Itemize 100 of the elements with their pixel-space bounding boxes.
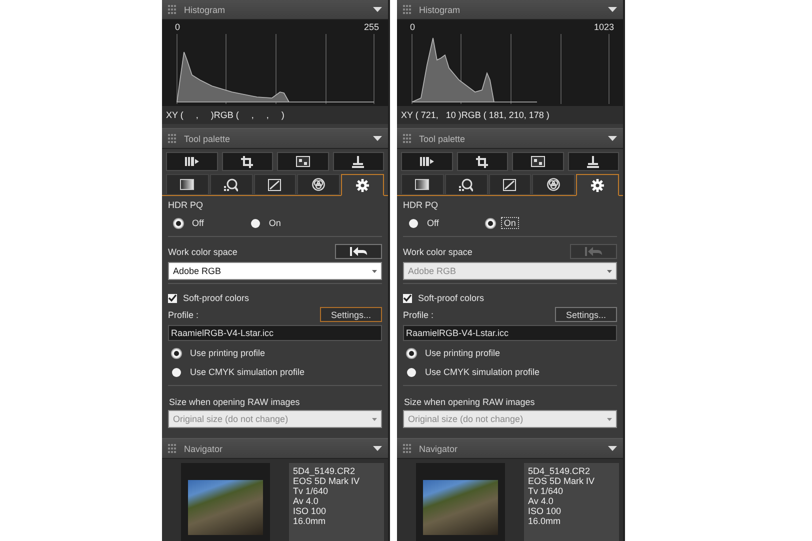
grip-icon xyxy=(403,444,411,453)
palette-tab[interactable] xyxy=(488,174,532,194)
palette-tab[interactable] xyxy=(297,174,340,194)
magnifier-icon xyxy=(459,178,474,192)
section-label: Work color space xyxy=(168,246,238,256)
info-line: ISO 100 xyxy=(293,506,328,516)
tool-button[interactable] xyxy=(456,152,508,171)
stamp-icon xyxy=(352,156,364,168)
gradient-icon xyxy=(415,179,430,190)
panel-title: Tool palette xyxy=(419,134,466,144)
caret-icon xyxy=(372,270,377,272)
caret-icon[interactable] xyxy=(373,7,382,12)
settings-button[interactable]: Settings... xyxy=(320,307,382,322)
crop-icon xyxy=(241,156,254,168)
info-line: Av 4.0 xyxy=(528,496,554,506)
stamp-icon xyxy=(587,156,600,168)
palette-tab[interactable] xyxy=(401,174,444,194)
info-line: ISO 100 xyxy=(528,506,562,516)
panel-title: Navigator xyxy=(419,444,459,454)
settings-icon xyxy=(591,178,604,192)
checkmark-icon xyxy=(403,294,412,302)
palette-tab[interactable] xyxy=(532,174,576,194)
field-label: Profile : xyxy=(168,310,199,320)
info-line: EOS 5D Mark IV xyxy=(528,476,596,486)
info-line: Tv 1/640 xyxy=(528,486,564,496)
section-label: HDR PQ xyxy=(403,200,440,210)
section-label: Size when opening RAW images xyxy=(403,397,536,407)
bars-icon xyxy=(184,157,199,166)
settings-button[interactable]: Settings... xyxy=(555,307,617,322)
diagonal-square-icon xyxy=(503,178,516,190)
grip-icon xyxy=(168,444,176,453)
reset-button[interactable] xyxy=(335,244,382,259)
undo-arrow-icon xyxy=(350,247,368,256)
pixel-readout: XY ( 721, 10 )RGB ( 181, 210, 178 ) xyxy=(397,106,623,124)
radio-option[interactable]: Off xyxy=(409,217,442,229)
caret-icon[interactable] xyxy=(608,7,617,12)
grip-icon xyxy=(403,134,411,143)
palette-tab[interactable] xyxy=(254,174,296,194)
info-line: 5D4_5149.CR2 xyxy=(293,466,356,476)
panel-title: Tool palette xyxy=(184,134,232,144)
section-label: HDR PQ xyxy=(168,200,204,210)
field-label: Profile : xyxy=(403,310,434,320)
info-line: EOS 5D Mark IV xyxy=(293,476,361,486)
tool-button[interactable] xyxy=(401,152,452,171)
circles-icon xyxy=(312,178,326,191)
info-line: 5D4_5149.CR2 xyxy=(528,466,592,476)
pixel-readout: XY ( , )RGB ( , , ) xyxy=(162,106,388,124)
caret-icon[interactable] xyxy=(608,446,617,451)
settings-icon xyxy=(356,178,370,192)
profile-field[interactable]: RaamielRGB-V4-Lstar.icc xyxy=(403,325,617,341)
tool-button[interactable] xyxy=(222,152,273,171)
caret-icon[interactable] xyxy=(373,136,382,141)
radio-option[interactable]: Use printing profile xyxy=(407,347,617,359)
diagonal-square-icon xyxy=(268,178,282,190)
gradient-icon xyxy=(180,179,194,190)
panel-title: Histogram xyxy=(419,4,462,14)
info-line: Av 4.0 xyxy=(293,496,320,506)
radio-option[interactable]: On xyxy=(250,217,284,229)
palette-tab[interactable] xyxy=(210,174,253,194)
circles-icon xyxy=(547,178,560,191)
picture-icon xyxy=(296,156,310,167)
caret-icon xyxy=(372,418,377,420)
palette-tab[interactable] xyxy=(341,174,384,196)
palette-tab[interactable] xyxy=(576,174,619,196)
picture-icon xyxy=(530,156,545,167)
soft-proof-checkbox[interactable]: Soft-proof colors xyxy=(403,293,617,303)
axis-label: 0 xyxy=(175,22,180,32)
axis-label: 255 xyxy=(364,22,379,32)
radio-option[interactable]: Use CMYK simulation profile xyxy=(172,366,382,378)
color-space-dropdown[interactable]: Adobe RGB xyxy=(168,262,382,280)
axis-label: 1023 xyxy=(594,22,614,32)
radio-option[interactable]: Use CMYK simulation profile xyxy=(407,366,617,378)
panel-title: Navigator xyxy=(184,444,224,454)
caret-icon xyxy=(607,270,612,272)
grip-icon xyxy=(168,134,176,143)
tool-button[interactable] xyxy=(512,152,564,171)
tool-button[interactable] xyxy=(568,152,619,171)
caret-icon[interactable] xyxy=(608,136,617,141)
tool-button[interactable] xyxy=(166,152,218,171)
info-line: 16.0mm xyxy=(293,516,327,526)
tool-button[interactable] xyxy=(332,152,384,171)
bars-icon xyxy=(420,157,434,166)
caret-icon xyxy=(607,418,612,420)
info-line: Tv 1/640 xyxy=(293,486,330,496)
axis-label: 0 xyxy=(410,22,416,32)
panel-title: Histogram xyxy=(184,4,226,14)
profile-field[interactable]: RaamielRGB-V4-Lstar.icc xyxy=(168,325,382,341)
soft-proof-checkbox[interactable]: Soft-proof colors xyxy=(168,293,382,303)
grip-icon xyxy=(403,5,411,14)
info-line: 16.0mm xyxy=(528,516,562,526)
radio-option[interactable]: Off xyxy=(174,217,207,229)
undo-arrow-icon xyxy=(584,247,602,256)
palette-tab[interactable] xyxy=(444,174,488,194)
tool-button[interactable] xyxy=(277,152,328,171)
palette-tab[interactable] xyxy=(166,174,209,194)
magnifier-icon xyxy=(224,178,238,192)
section-label: Size when opening RAW images xyxy=(168,397,301,407)
radio-option[interactable]: Use printing profile xyxy=(172,347,382,359)
caret-icon[interactable] xyxy=(373,446,382,451)
grip-icon xyxy=(168,5,176,14)
